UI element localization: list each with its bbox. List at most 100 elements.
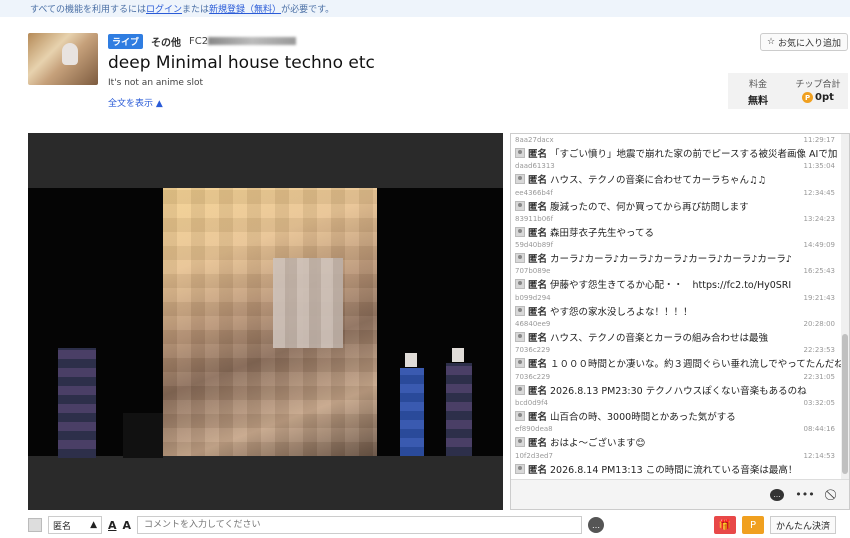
chat-message[interactable]: 7036c229 22:31:05 匿名 2026.8.13 PM23:30 テクノハ… — [511, 371, 841, 397]
message-user-id: 83911b06f — [515, 214, 554, 223]
message-user-id: 59d40b89f — [515, 241, 554, 250]
chat-message[interactable]: bcd0d9f4 03:32:05 匿名 山百合の時、3000時間とかあった気がする — [511, 397, 841, 423]
tip-value: 0pt — [815, 92, 834, 103]
comment-input[interactable] — [137, 516, 583, 534]
message-author: 匿名 — [528, 385, 548, 397]
block-icon[interactable]: ⃠ — [825, 487, 841, 503]
message-line: 匿名 腹減ったので、何か買ってから再び訪問します — [515, 199, 841, 213]
message-avatar-icon — [515, 410, 525, 421]
gift-icon[interactable]: 🎁 — [714, 516, 737, 534]
message-avatar-icon — [515, 463, 525, 474]
add-favorite-button[interactable]: ☆ お気に入り追加 — [760, 33, 848, 51]
message-text: 森田芽衣子先生やってる — [550, 227, 655, 239]
message-user-id: 46840ee9 — [515, 320, 551, 329]
message-avatar-icon — [515, 437, 525, 448]
chat-scrollbar[interactable] — [841, 134, 849, 479]
chat-message[interactable]: ee4366b4f 12:34:45 匿名 腹減ったので、何か買ってから再び訪問します — [511, 187, 841, 213]
pixelated-figure — [273, 258, 343, 348]
tip-label: チップ合計 — [795, 80, 841, 90]
message-author: 匿名 — [528, 438, 548, 450]
login-link[interactable]: ログイン — [146, 5, 182, 15]
signup-link[interactable]: 新規登録（無料） — [209, 5, 281, 15]
message-avatar-icon — [515, 226, 525, 237]
fee-label: 料金 — [748, 80, 767, 90]
pixelated-figure-left — [58, 348, 96, 458]
message-line: 匿名 ハウス、テクノの音楽とカーラの組み合わせは最強 — [515, 330, 841, 344]
message-line: 匿名 ハウス、テクノの音楽に合わせてカーラちゃん♫♫ — [515, 172, 841, 186]
chat-bubble-icon[interactable]: … — [769, 487, 785, 503]
message-avatar-icon — [515, 148, 525, 158]
caret-icon: ▲ — [90, 520, 97, 530]
message-user-id: ef890dea8 — [515, 425, 553, 434]
message-text: 「すごい憤り」地震で崩れた家の前でピースする被災者画像 AIで加 — [550, 149, 838, 160]
message-author: 匿名 — [528, 254, 548, 266]
easy-payment-button[interactable]: かんたん決済 — [770, 516, 837, 534]
anonymous-select[interactable]: 匿名 ▲ — [48, 516, 102, 534]
tip-value-row: P 0pt — [788, 92, 848, 103]
message-user-id: 707b089e — [515, 267, 551, 276]
video-player[interactable] — [28, 133, 503, 510]
point-icon[interactable]: P — [742, 516, 765, 534]
message-avatar-icon — [515, 332, 525, 343]
chat-panel: 8aa27dacx 11:29:17 匿名 「すごい憤り」地震で崩れた家の前でピースす… — [510, 133, 850, 510]
chat-message[interactable]: 707b089e 16:25:43 匿名 伊藤やす怨生きてるか心配・・ https:/… — [511, 265, 841, 291]
message-author: 匿名 — [528, 306, 548, 318]
message-time: 14:49:09 — [803, 241, 835, 250]
chat-message[interactable]: 46840ee9 20:28:00 匿名 ハウス、テクノの音楽とカーラの組み合わせは最… — [511, 318, 841, 344]
message-author: 匿名 — [528, 333, 548, 345]
message-line: 匿名 １０００時間とか凄いな。約３週間ぐらい垂れ流しでやってたんだね — [515, 356, 841, 370]
chat-message[interactable]: 7036c229 22:23:53 匿名 １０００時間とか凄いな。約３週間ぐらい垂れ流… — [511, 344, 841, 370]
message-line: 匿名 山百合の時、3000時間とかあった気がする — [515, 409, 841, 423]
message-text: やす怨の家水没しろよな！！！！ — [550, 306, 693, 318]
notice-or: または — [182, 5, 210, 15]
channel-id-redacted — [208, 37, 297, 45]
message-time: 20:28:00 — [803, 320, 835, 329]
message-avatar-icon — [515, 253, 525, 264]
show-full-text-link[interactable]: 全文を表示 ▲ — [108, 96, 163, 109]
chat-message[interactable]: 59d40b89f 14:49:09 匿名 カーラ♪カーラ♪カーラ♪カーラ♪カーラ♪カ… — [511, 239, 841, 265]
text-size-button[interactable]: A — [123, 519, 132, 532]
chat-message[interactable]: daad61313 11:35:04 匿名 ハウス、テクノの音楽に合わせてカーラちゃん… — [511, 160, 841, 186]
more-icon[interactable]: ••• — [795, 487, 814, 503]
message-time: 22:31:05 — [803, 372, 835, 381]
message-time: 13:24:23 — [803, 214, 835, 223]
live-badge: ライブ — [108, 34, 144, 49]
pixelated-head — [405, 353, 417, 367]
message-user-id: 8aa27dacx — [515, 136, 554, 144]
message-user-id: b099d294 — [515, 293, 551, 302]
message-user-id: 7036c229 — [515, 346, 551, 355]
stream-title: deep Minimal house techno etc — [108, 53, 375, 73]
message-user-id: daad61313 — [515, 162, 555, 171]
video-frame[interactable] — [28, 188, 503, 458]
message-line: 匿名 伊藤やす怨生きてるか心配・・ https://fc2.to/Hy0SRI — [515, 277, 841, 291]
stream-meta: ライブ その他 FC2 — [108, 34, 297, 49]
scrollbar-thumb[interactable] — [842, 334, 848, 474]
chat-message[interactable]: ef890dea8 08:44:16 匿名 おはよ～ございます😊 — [511, 423, 841, 449]
message-author: 匿名 — [528, 359, 548, 371]
message-time: 11:35:04 — [803, 162, 835, 171]
message-user-id: bcd0d9f4 — [515, 398, 549, 407]
chat-message[interactable]: 83911b06f 13:24:23 匿名 森田芽衣子先生やってる — [511, 213, 841, 239]
send-icon[interactable]: … — [588, 517, 605, 533]
pixelated-video-content — [163, 188, 377, 456]
message-text: おはよ～ございます😊 — [550, 438, 646, 450]
chat-message-list[interactable]: 8aa27dacx 11:29:17 匿名 「すごい憤り」地震で崩れた家の前でピースす… — [511, 134, 841, 479]
message-time: 12:14:53 — [803, 451, 835, 460]
message-line: 匿名 やす怨の家水没しろよな！！！！ — [515, 304, 841, 318]
chat-message[interactable]: b099d294 19:21:43 匿名 やす怨の家水没しろよな！！！！ — [511, 292, 841, 318]
chat-message[interactable]: 10f2d3ed7 12:14:53 匿名 2026.8.14 PM13:13 この時… — [511, 450, 841, 476]
anonymous-select-label: 匿名 — [53, 521, 72, 532]
message-avatar-icon — [515, 358, 525, 369]
star-icon: ☆ — [766, 37, 776, 47]
message-time: 08:44:16 — [803, 425, 835, 434]
pixelated-figure-right-2 — [446, 363, 472, 456]
message-time: 22:23:53 — [803, 346, 835, 355]
message-author: 匿名 — [528, 280, 548, 292]
chat-message[interactable]: 8aa27dacx 11:29:17 匿名 「すごい憤り」地震で崩れた家の前でピースす… — [511, 134, 841, 160]
message-line: 匿名 森田芽衣子先生やってる — [515, 225, 841, 239]
login-notice: すべての機能を利用するにはログインまたは新規登録（無料）が必要です。 — [0, 0, 850, 17]
message-time: 19:21:43 — [803, 293, 835, 302]
channel-thumbnail[interactable] — [28, 33, 98, 85]
text-color-button[interactable]: A — [108, 519, 117, 532]
user-avatar[interactable] — [28, 518, 42, 532]
